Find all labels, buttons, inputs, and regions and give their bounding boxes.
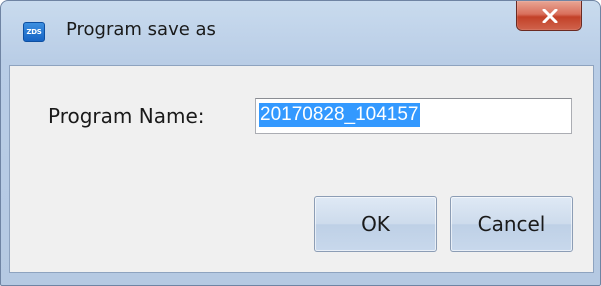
close-button[interactable] [516,1,582,31]
title-bar[interactable]: ZDS Program save as [1,1,600,65]
cancel-button[interactable]: Cancel [450,196,573,252]
dialog-body: Program Name: 20170828_104157 OK Cancel [9,65,594,273]
program-name-value[interactable]: 20170828_104157 [259,103,420,127]
ok-button[interactable]: OK [314,196,437,252]
close-icon [542,9,558,23]
dialog-title: Program save as [66,19,216,40]
program-name-label: Program Name: [48,104,205,128]
app-logo-icon: ZDS [23,22,45,42]
dialog-window: ZDS Program save as Program Name: 201708… [0,0,601,286]
